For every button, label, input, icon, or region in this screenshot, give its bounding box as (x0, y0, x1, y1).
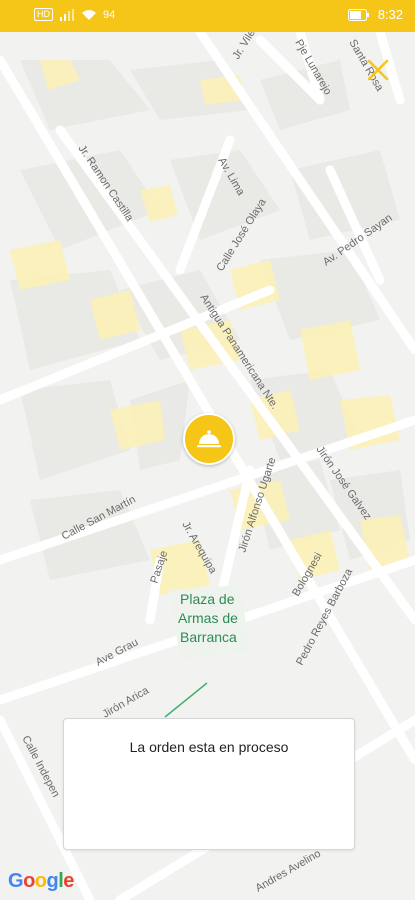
plaza-label-line-2: Armas de (178, 610, 238, 626)
google-logo: Google (8, 870, 74, 892)
status-right-group: 8:32 (347, 7, 403, 22)
wifi-icon (82, 9, 96, 20)
status-bar: HD 94 8:32 (0, 0, 415, 32)
plaza-label-line-3: Barranca (180, 629, 237, 645)
close-icon (367, 59, 389, 81)
clock: 8:32 (377, 7, 403, 22)
close-button[interactable] (364, 56, 392, 84)
restaurant-marker[interactable] (183, 413, 235, 465)
order-status-message: La orden esta en proceso (129, 739, 289, 755)
signal-icon (60, 8, 74, 21)
food-cloche-icon (197, 430, 221, 448)
battery-icon (347, 8, 369, 21)
status-left-group: HD 94 (34, 8, 115, 21)
order-status-card: La orden esta en proceso (63, 718, 355, 850)
plaza-label-line-1: Plaza de (180, 591, 235, 607)
hd-badge: HD (34, 8, 53, 21)
network-speed: 94 (103, 8, 116, 21)
